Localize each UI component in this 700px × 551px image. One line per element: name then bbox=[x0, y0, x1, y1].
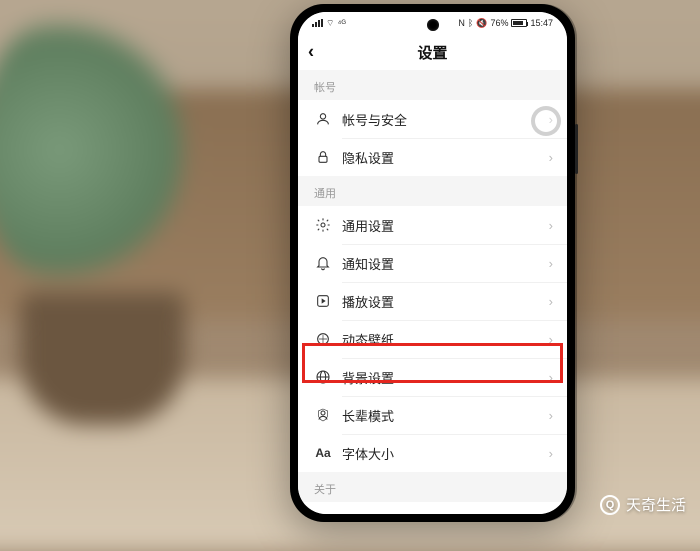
globe-icon bbox=[312, 369, 334, 385]
person-icon bbox=[312, 111, 334, 127]
page-title: 设置 bbox=[417, 42, 447, 63]
section-header-general: 通用 bbox=[298, 176, 567, 206]
row-privacy[interactable]: 隐私设置 › bbox=[298, 138, 567, 176]
row-font-size[interactable]: Aa 字体大小 › bbox=[298, 434, 567, 472]
row-label: 帐号与安全 bbox=[342, 110, 549, 129]
row-notification-settings[interactable]: 通知设置 › bbox=[298, 244, 567, 282]
font-icon: Aa bbox=[312, 446, 334, 460]
watermark-text: 天奇生活 bbox=[626, 494, 686, 515]
chevron-right-icon: › bbox=[549, 294, 553, 309]
settings-list[interactable]: 帐号 帐号与安全 › 隐私设置 › 通用 通用设置 › 通知设置 › bbox=[298, 70, 567, 514]
watermark: Q 天奇生活 bbox=[600, 494, 686, 515]
shield-person-icon bbox=[312, 407, 334, 423]
section-header-account: 帐号 bbox=[298, 70, 567, 100]
assistive-touch[interactable] bbox=[531, 106, 561, 136]
watermark-logo-icon: Q bbox=[600, 495, 620, 515]
back-button[interactable]: ‹ bbox=[308, 42, 314, 63]
bluetooth-icon: ᛒ bbox=[468, 18, 473, 28]
section-header-about: 关于 bbox=[298, 472, 567, 502]
gear-icon bbox=[312, 217, 334, 233]
row-live-wallpaper[interactable]: 动态壁纸 › bbox=[298, 320, 567, 358]
chevron-right-icon: › bbox=[549, 514, 553, 515]
nfc-icon: N bbox=[458, 18, 465, 28]
row-label: 字体大小 bbox=[342, 444, 549, 463]
chevron-right-icon: › bbox=[549, 370, 553, 385]
title-bar: ‹ 设置 bbox=[298, 34, 567, 70]
battery-percent: 76% bbox=[490, 18, 508, 28]
row-background-settings[interactable]: 背景设置 › bbox=[298, 358, 567, 396]
row-playback-settings[interactable]: 播放设置 › bbox=[298, 282, 567, 320]
row-elder-mode[interactable]: 长辈模式 › bbox=[298, 396, 567, 434]
carrier-label: ⁴ᴳ bbox=[337, 18, 345, 28]
chevron-right-icon: › bbox=[549, 408, 553, 423]
clock: 15:47 bbox=[530, 18, 553, 28]
lock-icon bbox=[312, 149, 334, 165]
bell-icon bbox=[312, 255, 334, 271]
mute-icon: 🔇 bbox=[476, 18, 487, 29]
signal-icon bbox=[312, 19, 323, 27]
row-label: 播放设置 bbox=[342, 292, 549, 311]
row-general-settings[interactable]: 通用设置 › bbox=[298, 206, 567, 244]
row-label: 动态壁纸 bbox=[342, 330, 549, 349]
row-label: 通用设置 bbox=[342, 216, 549, 235]
row-label: 背景设置 bbox=[342, 368, 549, 387]
phone-frame: ⌔ ⁴ᴳ N ᛒ 🔇 76% 15:47 ‹ 设置 帐号 帐号与安全 › bbox=[290, 4, 575, 522]
row-label: 反馈与帮助 bbox=[342, 512, 549, 515]
chevron-right-icon: › bbox=[549, 332, 553, 347]
row-label: 通知设置 bbox=[342, 254, 549, 273]
play-icon bbox=[312, 293, 334, 309]
sparkle-icon bbox=[312, 331, 334, 347]
chevron-right-icon: › bbox=[549, 256, 553, 271]
row-account-security[interactable]: 帐号与安全 › bbox=[298, 100, 567, 138]
battery-icon bbox=[511, 19, 527, 27]
chevron-right-icon: › bbox=[549, 218, 553, 233]
row-feedback-help[interactable]: 反馈与帮助 › bbox=[298, 502, 567, 514]
row-label: 隐私设置 bbox=[342, 148, 549, 167]
phone-screen: ⌔ ⁴ᴳ N ᛒ 🔇 76% 15:47 ‹ 设置 帐号 帐号与安全 › bbox=[298, 12, 567, 514]
front-camera bbox=[427, 19, 439, 31]
wifi-icon: ⌔ bbox=[326, 18, 334, 29]
chevron-right-icon: › bbox=[549, 446, 553, 461]
row-label: 长辈模式 bbox=[342, 406, 549, 425]
chat-icon bbox=[312, 513, 334, 514]
chevron-right-icon: › bbox=[549, 150, 553, 165]
